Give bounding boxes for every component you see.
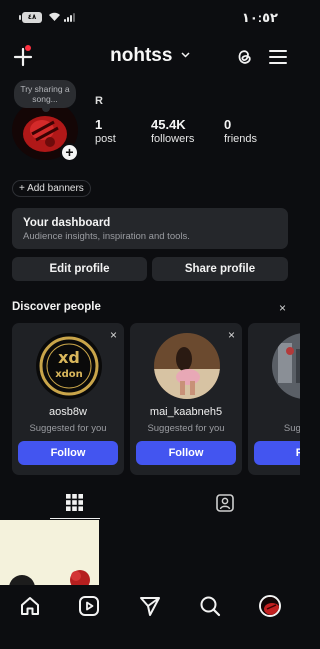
share-profile-button[interactable]: Share profile (152, 257, 288, 281)
add-banners-button[interactable]: + Add banners (12, 180, 91, 197)
dismiss-suggestion-button[interactable]: × (228, 328, 235, 342)
discover-close-button[interactable]: × (279, 301, 286, 315)
posts-stat[interactable]: 1 post (95, 117, 116, 146)
suggestion-avatar[interactable] (272, 333, 300, 399)
chevron-down-icon (181, 52, 190, 58)
follow-button[interactable]: Follow (18, 441, 118, 465)
friends-stat[interactable]: 0 friends (224, 117, 257, 146)
signal-icon (64, 12, 75, 22)
active-tab-indicator (50, 518, 100, 519)
suggestion-username[interactable]: aosb8w (12, 406, 124, 418)
suggestion-card: × xd xdon aosb8w Suggested for you Follo… (12, 323, 124, 475)
battery-icon: ٤٨ (19, 12, 42, 23)
grid-icon[interactable] (66, 494, 83, 511)
discover-people-title: Discover people (12, 301, 101, 313)
profile-display-name: R (95, 95, 103, 107)
dismiss-suggestion-button[interactable]: × (110, 328, 117, 342)
send-icon[interactable] (139, 595, 161, 617)
friends-count: 0 (224, 117, 232, 132)
profile-avatar[interactable] (259, 595, 281, 617)
search-icon[interactable] (199, 595, 221, 617)
dashboard-card[interactable]: Your dashboard Audience insights, inspir… (12, 208, 288, 249)
friends-label: friends (224, 133, 258, 145)
username: nohtss (110, 45, 173, 66)
post-thumbnail[interactable] (0, 520, 99, 585)
status-bar: ٤٨ ١٠:٥٢ (0, 0, 300, 34)
svg-text:xd: xd (58, 348, 80, 367)
profile-tabs (0, 486, 300, 520)
dashboard-title: Your dashboard (23, 217, 111, 229)
home-icon[interactable] (19, 595, 41, 617)
wifi-icon (49, 12, 60, 21)
followers-count: 45.4K (151, 117, 186, 132)
suggestion-avatar[interactable]: xd xdon (36, 333, 102, 399)
profile-header: nohtss (0, 40, 300, 74)
suggestion-reason: Suggeste (283, 423, 300, 434)
reels-icon[interactable] (78, 595, 100, 617)
suggestion-username[interactable]: mai_kaabneh5 (130, 406, 242, 418)
suggestion-reason: Suggested for you (29, 423, 107, 434)
username-switcher[interactable]: nohtss (0, 45, 300, 67)
followers-stat[interactable]: 45.4K followers (151, 117, 194, 146)
followers-label: followers (151, 133, 195, 145)
note-bubble[interactable]: Try sharing a song... (14, 80, 76, 112)
suggestion-reason: Suggested for you (147, 423, 225, 434)
posts-label: post (95, 133, 116, 145)
bottom-navigation (0, 585, 300, 649)
discover-carousel[interactable]: × xd xdon aosb8w Suggested for you Follo… (12, 323, 300, 475)
posts-count: 1 (95, 117, 103, 132)
edit-profile-button[interactable]: Edit profile (12, 257, 147, 281)
status-time: ١٠:٥٢ (241, 10, 278, 25)
add-story-icon[interactable]: + (60, 143, 79, 162)
battery-level: ٤٨ (27, 14, 37, 21)
suggestion-avatar[interactable] (154, 333, 220, 399)
xdon-logo-text: xdon (55, 369, 83, 380)
suggestion-card: Suggeste Fol (248, 323, 300, 475)
follow-button[interactable]: Follow (136, 441, 236, 465)
threads-icon[interactable] (233, 46, 255, 68)
tagged-person-icon[interactable] (216, 494, 234, 512)
hamburger-icon[interactable] (268, 48, 288, 66)
follow-button[interactable]: Fol (254, 441, 300, 465)
suggestion-card: × mai_kaabneh5 Suggested for you Follow (130, 323, 242, 475)
dashboard-subtitle: Audience insights, inspiration and tools… (23, 231, 190, 242)
